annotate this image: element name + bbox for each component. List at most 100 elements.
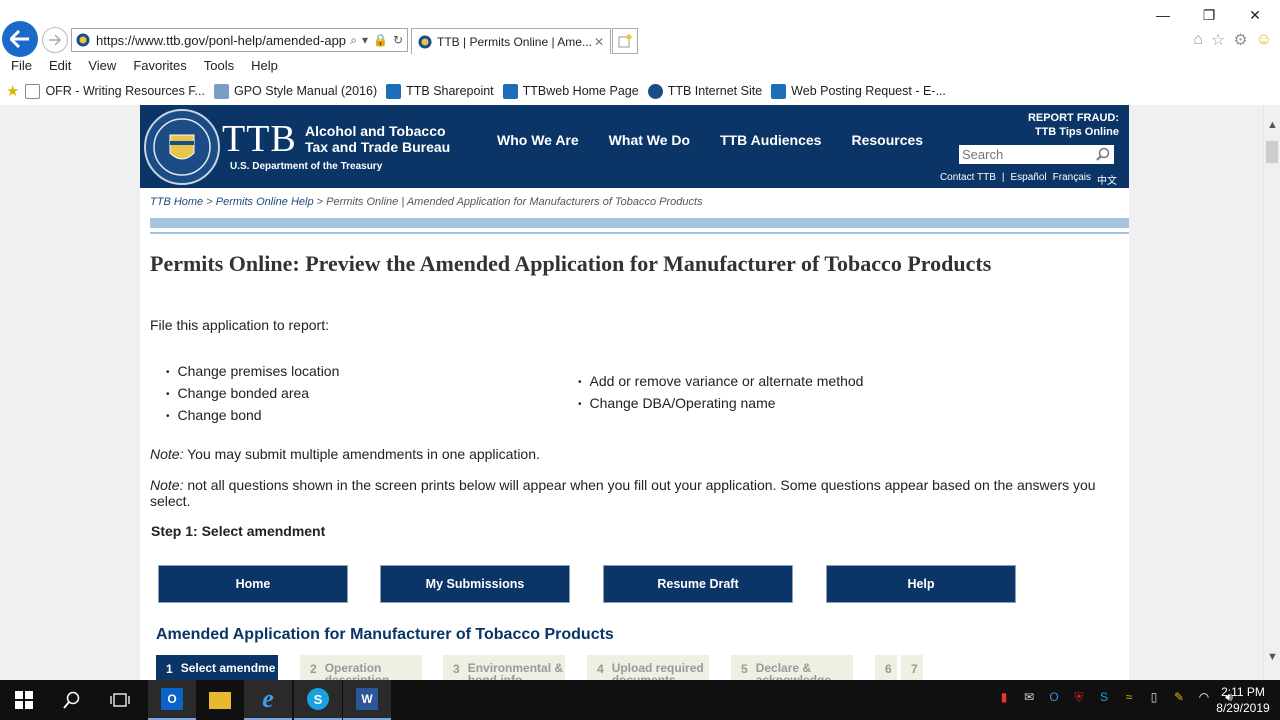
clock[interactable]: 2:11 PM 8/29/2019 bbox=[1210, 684, 1276, 716]
nav-ttb-audiences[interactable]: TTB Audiences bbox=[720, 132, 821, 148]
refresh-icon[interactable]: ↻ bbox=[393, 33, 403, 47]
fav-label: TTB Sharepoint bbox=[406, 84, 494, 98]
step-4[interactable]: 4 Upload required documents bbox=[587, 655, 709, 680]
help-button[interactable]: Help bbox=[826, 565, 1016, 603]
menu-help[interactable]: Help bbox=[251, 56, 278, 76]
clock-time: 2:11 PM bbox=[1221, 685, 1265, 699]
home-icon[interactable]: ⌂ bbox=[1193, 31, 1203, 49]
favorites-star-icon[interactable]: ★ bbox=[6, 82, 19, 100]
ttb-logo[interactable]: TTB bbox=[222, 117, 297, 161]
smiley-icon[interactable]: ☺ bbox=[1256, 31, 1272, 49]
fav-label: GPO Style Manual (2016) bbox=[233, 84, 378, 98]
vertical-scrollbar[interactable]: ▲ ▼ bbox=[1263, 105, 1280, 680]
fav-gpo[interactable]: GPO Style Manual (2016) bbox=[213, 83, 378, 99]
new-tab-button[interactable] bbox=[612, 28, 638, 54]
restore-button[interactable]: ❐ bbox=[1186, 4, 1232, 26]
close-button[interactable]: ✕ bbox=[1232, 4, 1278, 26]
scroll-thumb[interactable] bbox=[1266, 141, 1278, 163]
home-button[interactable]: Home bbox=[158, 565, 348, 603]
step-5[interactable]: 5 Declare & acknowledge bbox=[731, 655, 853, 680]
fav-ttb-internet[interactable]: TTB Internet Site bbox=[647, 83, 762, 99]
scroll-down-icon[interactable]: ▼ bbox=[1267, 651, 1278, 663]
back-button[interactable] bbox=[2, 21, 38, 57]
divider bbox=[150, 232, 1129, 234]
new-tab-icon bbox=[618, 34, 632, 48]
outlook-tray-icon[interactable]: O bbox=[1045, 690, 1063, 708]
taskbar-file-explorer[interactable] bbox=[196, 680, 244, 720]
tab-title: TTB | Permits Online | Ame... bbox=[437, 34, 592, 49]
usb-icon[interactable]: ▯ bbox=[1145, 690, 1163, 708]
fav-label: OFR - Writing Resources F... bbox=[45, 84, 205, 98]
search-icon[interactable]: ⌕ bbox=[350, 33, 357, 48]
minimize-icon: — bbox=[1156, 7, 1170, 23]
notes-icon[interactable]: ✎ bbox=[1170, 690, 1188, 708]
close-tab-icon[interactable]: ✕ bbox=[594, 35, 604, 49]
url-text[interactable]: https://www.ttb.gov/ponl-help/amended-ap… bbox=[96, 33, 350, 48]
breadcrumb-home[interactable]: TTB Home bbox=[150, 196, 203, 208]
dropdown-icon[interactable]: ▾ bbox=[362, 33, 368, 47]
tab-ttb[interactable]: TTB | Permits Online | Ame... ✕ bbox=[411, 28, 611, 54]
list-item: Change bond bbox=[166, 405, 339, 427]
contact-link[interactable]: Contact TTB bbox=[940, 172, 996, 187]
report-fraud[interactable]: REPORT FRAUD: TTB Tips Online bbox=[1028, 111, 1119, 139]
forward-button[interactable] bbox=[42, 27, 68, 53]
scroll-up-icon[interactable]: ▲ bbox=[1267, 119, 1278, 131]
espanol-link[interactable]: Español bbox=[1011, 172, 1047, 187]
taskbar-outlook[interactable]: O bbox=[148, 680, 196, 720]
breadcrumb-help[interactable]: Permits Online Help bbox=[216, 196, 314, 208]
fav-ttbweb-home[interactable]: TTBweb Home Page bbox=[502, 83, 639, 99]
search-input[interactable] bbox=[962, 147, 1092, 162]
francais-link[interactable]: Français bbox=[1053, 172, 1091, 187]
search-icon[interactable] bbox=[1096, 147, 1110, 161]
report-line2[interactable]: TTB Tips Online bbox=[1028, 125, 1119, 139]
nav-who-we-are[interactable]: Who We Are bbox=[497, 132, 579, 148]
menu-tools[interactable]: Tools bbox=[204, 56, 234, 76]
taskbar-skype[interactable]: S bbox=[294, 680, 342, 720]
resume-draft-button[interactable]: Resume Draft bbox=[603, 565, 793, 603]
treasury-seal-icon[interactable] bbox=[144, 109, 220, 185]
step-7[interactable]: 7 bbox=[901, 655, 923, 680]
step-num: 4 bbox=[597, 662, 604, 676]
mail-icon[interactable]: ✉ bbox=[1020, 690, 1038, 708]
step-num: 1 bbox=[166, 662, 173, 676]
taskbar-internet-explorer[interactable]: e bbox=[244, 680, 292, 720]
menu-edit[interactable]: Edit bbox=[49, 56, 71, 76]
fav-ofr[interactable]: OFR - Writing Resources F... bbox=[25, 83, 205, 99]
page-viewport: TTB Alcohol and Tobacco Tax and Trade Bur… bbox=[0, 105, 1263, 680]
search-button[interactable] bbox=[48, 680, 96, 720]
nav-what-we-do[interactable]: What We Do bbox=[609, 132, 690, 148]
step-1[interactable]: 1 Select amendme bbox=[156, 655, 278, 680]
skype-icon: S bbox=[307, 688, 329, 710]
network-icon[interactable]: ≈ bbox=[1120, 690, 1138, 708]
step-label: Select amendme bbox=[180, 661, 276, 675]
shield-icon[interactable]: ⛨ bbox=[1070, 690, 1088, 708]
lock-icon[interactable]: 🔒 bbox=[373, 33, 388, 47]
gear-icon[interactable]: ⚙ bbox=[1233, 30, 1247, 50]
minimize-button[interactable]: — bbox=[1140, 4, 1186, 26]
chinese-link[interactable]: 中文 bbox=[1097, 172, 1117, 187]
star-icon[interactable]: ☆ bbox=[1211, 30, 1225, 50]
taskbar-word[interactable]: W bbox=[343, 680, 391, 720]
address-bar[interactable]: https://www.ttb.gov/ponl-help/amended-ap… bbox=[71, 28, 408, 52]
menu-file[interactable]: File bbox=[11, 56, 32, 76]
fav-label: Web Posting Request - E-... bbox=[791, 84, 946, 98]
nav-resources[interactable]: Resources bbox=[851, 132, 923, 148]
skype-tray-icon[interactable]: S bbox=[1095, 690, 1113, 708]
agency-line1: Alcohol and Tobacco bbox=[305, 123, 446, 139]
list-item: Add or remove variance or alternate meth… bbox=[578, 371, 864, 393]
step-2[interactable]: 2 Operation description bbox=[300, 655, 422, 680]
fav-ttb-sharepoint[interactable]: TTB Sharepoint bbox=[386, 83, 494, 99]
step-3[interactable]: 3 Environmental & bond info bbox=[443, 655, 565, 680]
fav-label: TTBweb Home Page bbox=[522, 84, 639, 98]
menu-favorites[interactable]: Favorites bbox=[133, 56, 186, 76]
search-icon bbox=[63, 691, 80, 709]
amendment-list-right: Add or remove variance or alternate meth… bbox=[578, 371, 864, 415]
menu-view[interactable]: View bbox=[88, 56, 116, 76]
step-6[interactable]: 6 bbox=[875, 655, 897, 680]
breadcrumb-sep: > bbox=[206, 196, 213, 208]
start-button[interactable] bbox=[0, 680, 48, 720]
battery-icon[interactable]: ▮ bbox=[995, 690, 1013, 708]
fav-web-posting[interactable]: Web Posting Request - E-... bbox=[771, 83, 946, 99]
task-view-button[interactable] bbox=[96, 680, 144, 720]
my-submissions-button[interactable]: My Submissions bbox=[380, 565, 570, 603]
